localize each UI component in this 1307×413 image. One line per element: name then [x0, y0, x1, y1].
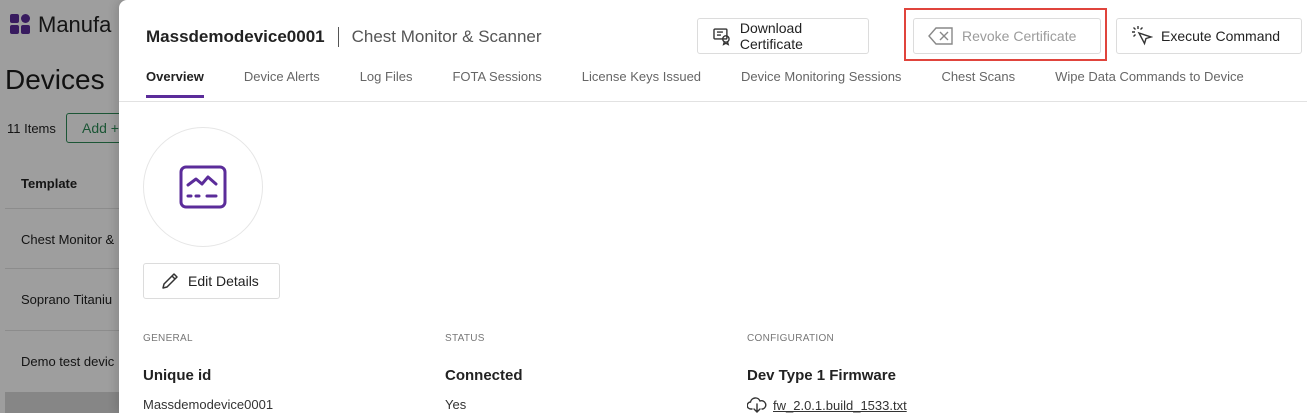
field-label: Dev Type 1 Firmware: [747, 367, 896, 384]
pencil-icon: [162, 273, 178, 289]
field-label: Unique id: [143, 367, 212, 384]
connected-value: Yes: [445, 397, 467, 412]
download-certificate-label: Download Certificate: [739, 20, 803, 52]
certificate-icon: [713, 28, 730, 46]
cloud-download-icon: [747, 397, 767, 413]
tab-divider: [119, 101, 1307, 102]
tab-device-alerts[interactable]: Device Alerts: [244, 69, 320, 98]
device-name: Massdemodevice0001: [146, 27, 325, 46]
monitor-icon: [179, 165, 227, 209]
tab-device-monitoring-sessions[interactable]: Device Monitoring Sessions: [741, 69, 901, 98]
device-type: Chest Monitor & Scanner: [351, 27, 542, 46]
unique-id-value: Massdemodevice0001: [143, 397, 274, 412]
tab-fota-sessions[interactable]: FOTA Sessions: [452, 69, 541, 98]
revoke-certificate-label: Revoke Certificate: [962, 28, 1077, 44]
execute-command-label: Execute Command: [1161, 28, 1281, 44]
section-heading: GENERAL: [143, 333, 193, 344]
tab-log-files[interactable]: Log Files: [360, 69, 413, 98]
tab-license-keys-issued[interactable]: License Keys Issued: [582, 69, 701, 98]
execute-command-button[interactable]: Execute Command: [1116, 18, 1302, 54]
field-value: Massdemodevice0001: [143, 397, 273, 412]
tab-overview[interactable]: Overview: [146, 69, 204, 98]
device-avatar: [143, 127, 263, 247]
revoke-certificate-button[interactable]: Revoke Certificate: [913, 18, 1101, 54]
panel-header: Massdemodevice0001 Chest Monitor & Scann…: [146, 27, 542, 47]
general-section: GENERAL Unique id Massdemodevice0001: [143, 333, 273, 412]
backspace-icon: [928, 27, 953, 45]
title-separator: [337, 27, 339, 47]
firmware-file-link[interactable]: fw_2.0.1.build_1533.txt: [773, 398, 907, 413]
edit-details-label: Edit Details: [188, 273, 259, 289]
cursor-click-icon: [1132, 26, 1153, 46]
status-section: STATUS Connected Yes: [445, 333, 523, 412]
field-label: Connected: [445, 367, 523, 384]
section-heading: STATUS: [445, 333, 485, 344]
field-value: fw_2.0.1.build_1533.txt: [747, 397, 907, 413]
tab-chest-scans[interactable]: Chest Scans: [941, 69, 1015, 98]
device-detail-panel: Massdemodevice0001 Chest Monitor & Scann…: [119, 0, 1307, 413]
edit-details-button[interactable]: Edit Details: [143, 263, 280, 299]
configuration-section: CONFIGURATION Dev Type 1 Firmware fw_2.0…: [747, 333, 907, 413]
tab-bar: Overview Device Alerts Log Files FOTA Se…: [146, 69, 1284, 98]
download-certificate-button[interactable]: Download Certificate: [697, 18, 869, 54]
tab-wipe-data-commands[interactable]: Wipe Data Commands to Device: [1055, 69, 1244, 98]
section-heading: CONFIGURATION: [747, 333, 835, 344]
field-value: Yes: [445, 397, 523, 412]
